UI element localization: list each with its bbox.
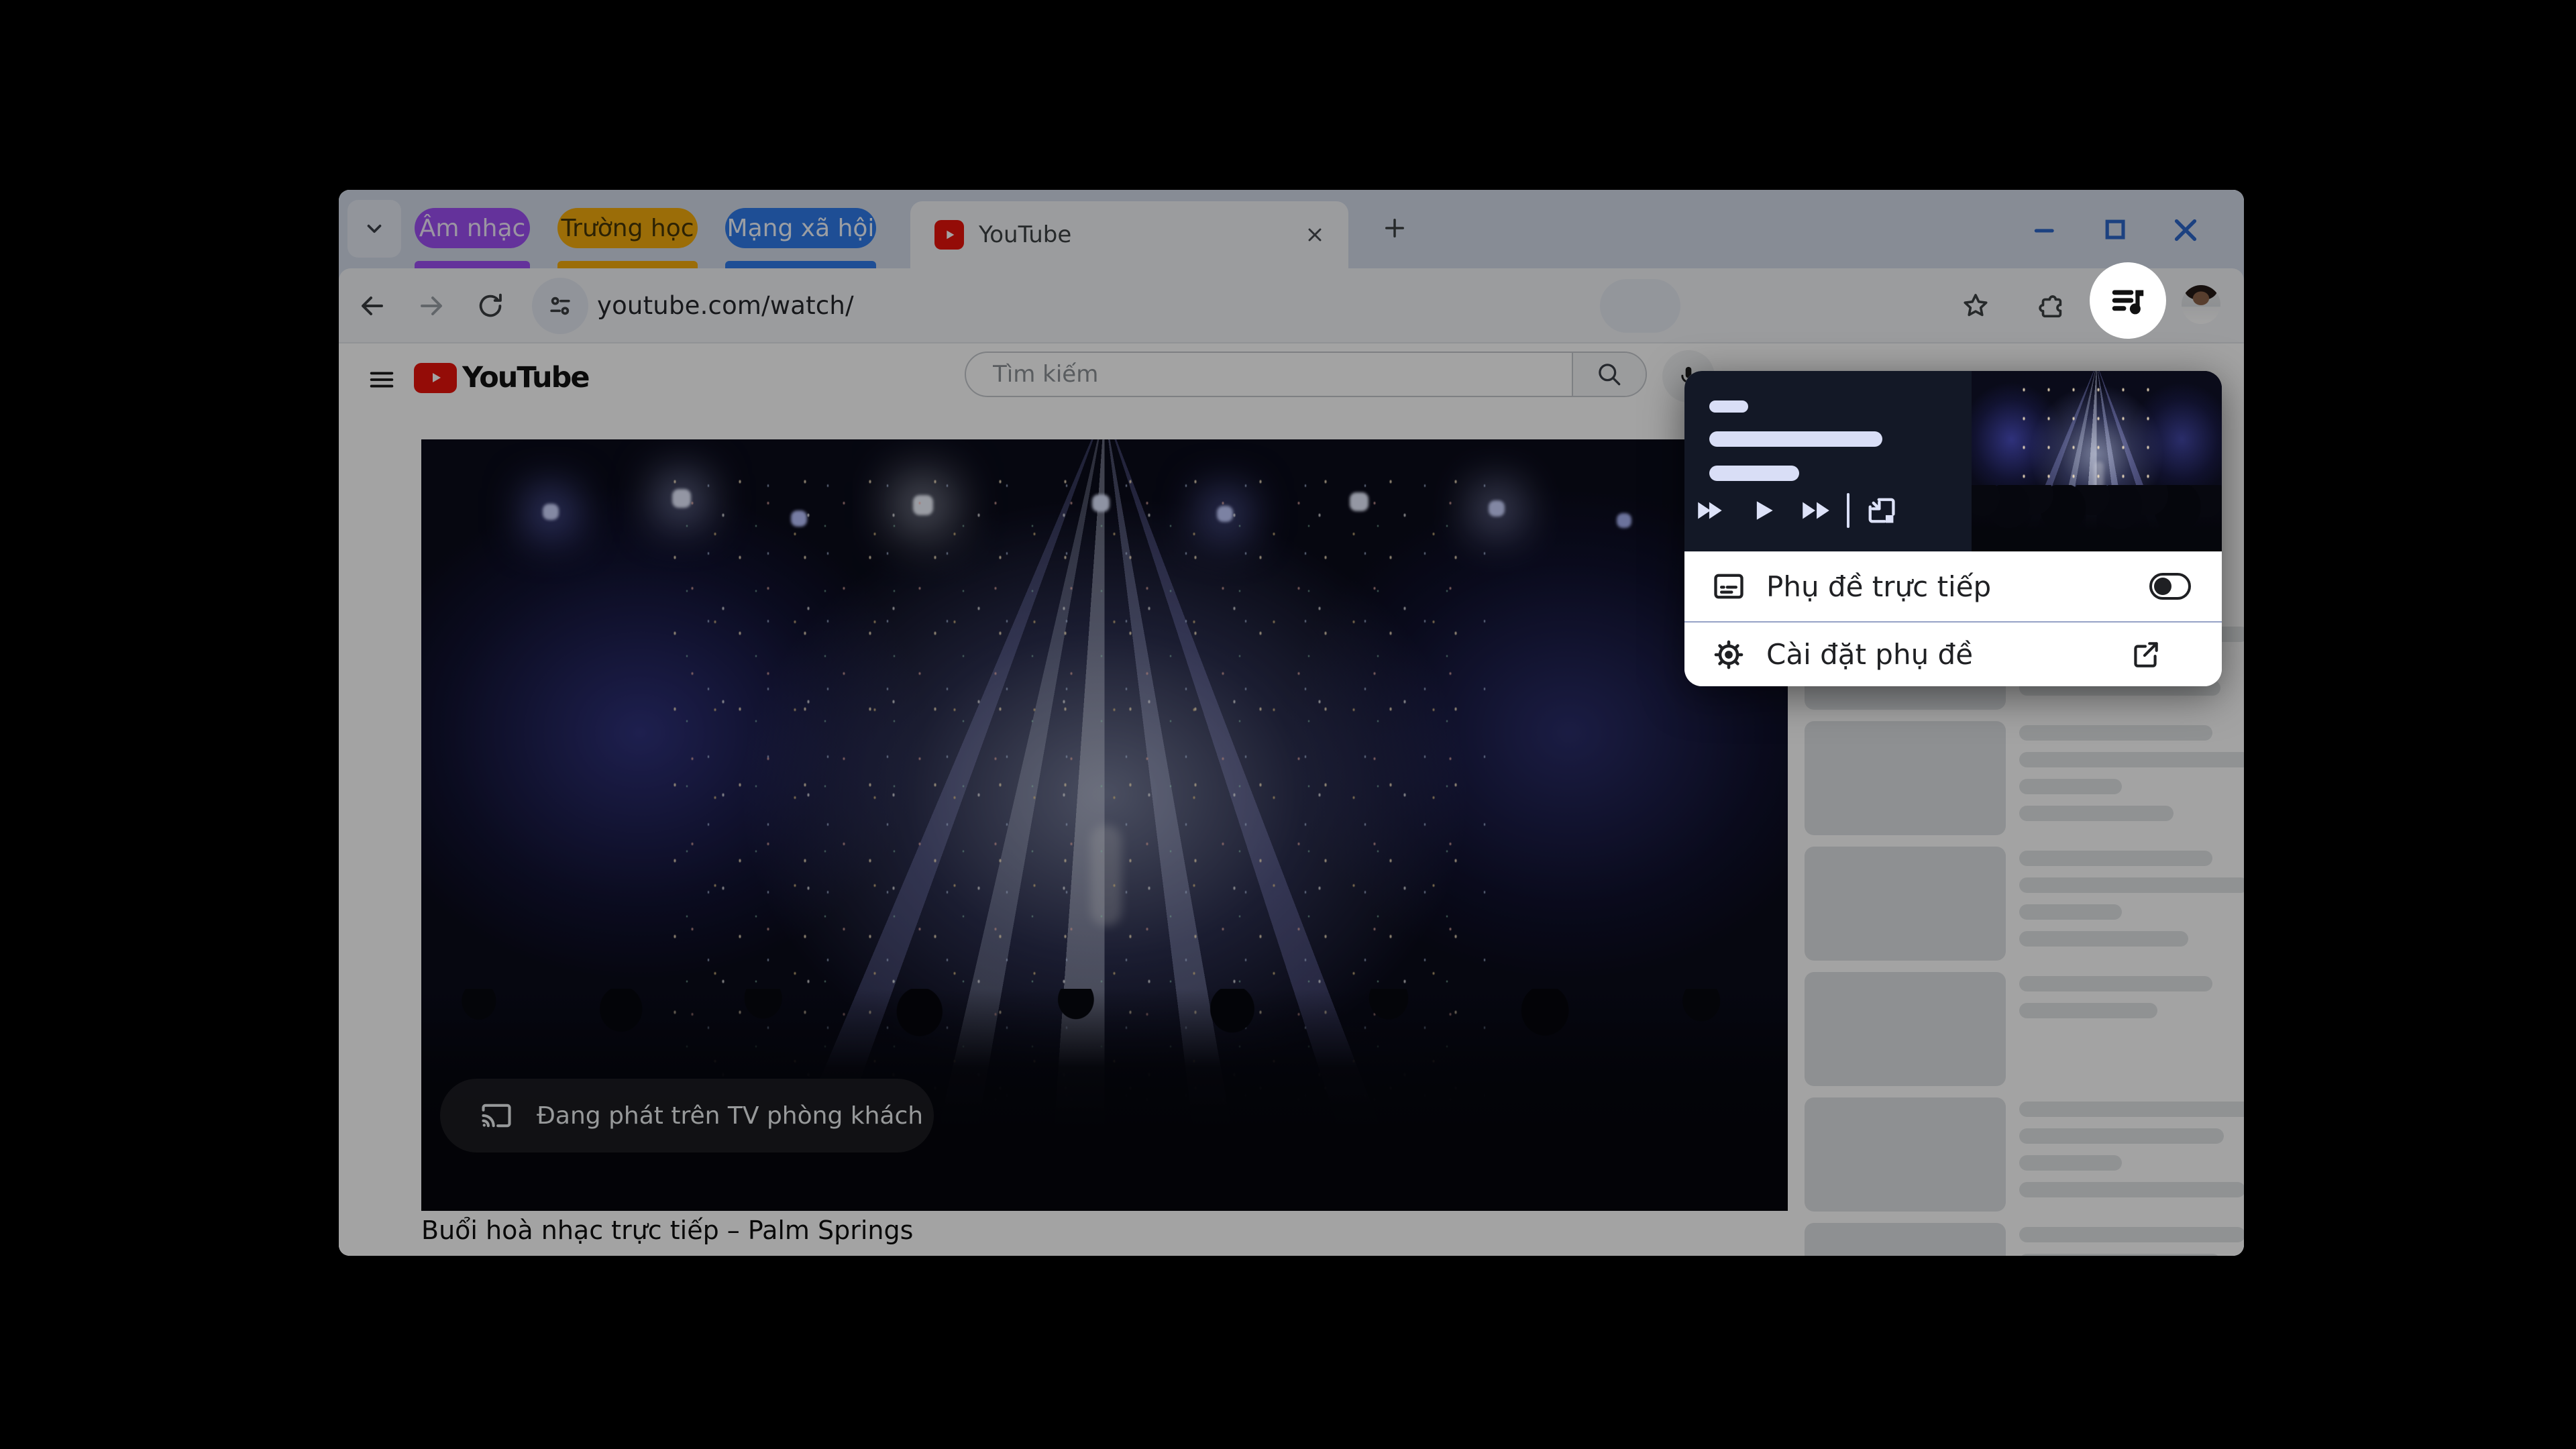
- live-caption-label: Phụ đề trực tiếp: [1766, 570, 2149, 603]
- media-controls-popup: Phụ đề trực tiếp Cài đặt phụ đề: [1684, 371, 2222, 686]
- previous-track-button[interactable]: [1684, 490, 1737, 531]
- live-caption-row[interactable]: Phụ đề trực tiếp: [1684, 551, 2222, 621]
- thumb-crowd: [1972, 485, 2222, 551]
- thumbnail-concert-scene: [1972, 371, 2222, 551]
- media-session-card: [1684, 371, 2222, 551]
- skeleton-source: [1709, 400, 1748, 413]
- play-button[interactable]: [1737, 490, 1789, 531]
- media-controls-button[interactable]: [2090, 262, 2166, 339]
- gear-icon: [1711, 637, 1746, 672]
- controls-divider: [1847, 493, 1849, 528]
- feature-spotlight-scrim: [339, 190, 2244, 1256]
- media-queue-music-icon: [2107, 280, 2149, 321]
- picture-in-picture-button[interactable]: [1855, 490, 1907, 531]
- open-in-new-icon: [2129, 638, 2162, 672]
- media-controls: [1684, 490, 1907, 531]
- skeleton-artist: [1709, 466, 1799, 481]
- live-caption-toggle[interactable]: [2149, 573, 2191, 600]
- toggle-knob: [2154, 578, 2171, 595]
- browser-window: Âm nhạc Trường học Mạng xã hội YouTube: [339, 190, 2244, 1256]
- caption-settings-row[interactable]: Cài đặt phụ đề: [1684, 623, 2222, 686]
- live-caption-icon: [1711, 569, 1746, 604]
- screen: Âm nhạc Trường học Mạng xã hội YouTube: [0, 0, 2576, 1449]
- caption-settings-label: Cài đặt phụ đề: [1766, 638, 2129, 671]
- skeleton-title: [1709, 431, 1882, 447]
- next-track-button[interactable]: [1789, 490, 1841, 531]
- media-thumbnail: [1972, 371, 2222, 551]
